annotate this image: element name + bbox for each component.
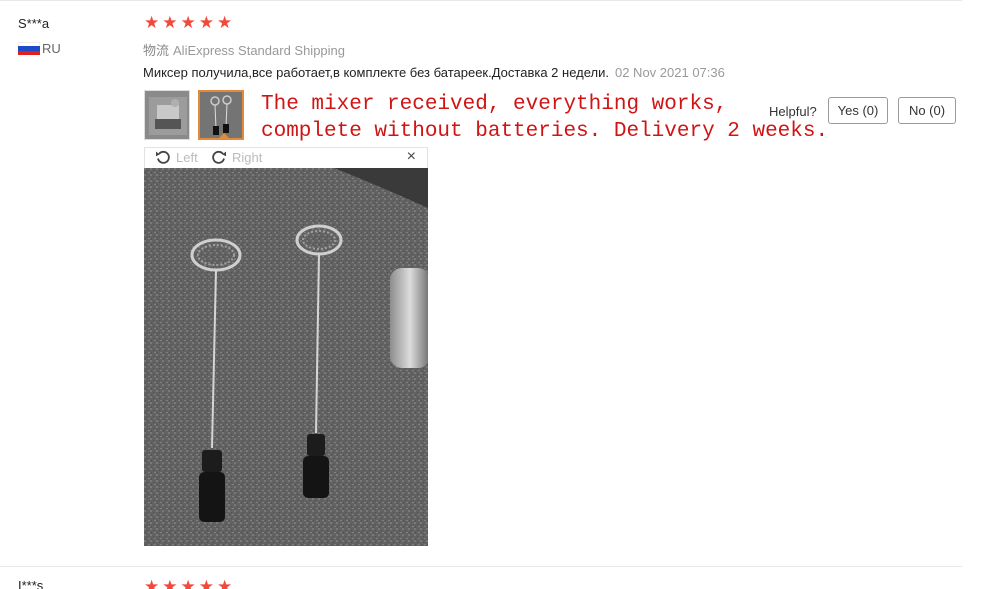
selected-thumb-caret — [218, 133, 230, 138]
helpful-no-button[interactable]: No (0) — [898, 97, 956, 124]
helpful-label: Helpful? — [769, 104, 817, 119]
review-text-row: Миксер получила,все работает,в комплекте… — [143, 65, 725, 80]
russia-flag-icon — [18, 41, 40, 56]
star-icon: ★ — [162, 577, 178, 589]
bottom-divider — [0, 566, 962, 567]
translation-annotation: The mixer received, everything works, co… — [261, 91, 828, 145]
milk-frother-whisks-photo — [144, 168, 428, 546]
review-photo-large — [144, 168, 428, 546]
star-icon: ★ — [180, 13, 196, 32]
rotate-right-icon — [212, 150, 226, 164]
close-viewer-button[interactable]: × — [407, 148, 416, 166]
helpful-yes-button[interactable]: Yes (0) — [828, 97, 888, 124]
star-icon: ★ — [217, 13, 233, 32]
rotate-left-icon — [156, 150, 170, 164]
rotate-left-label: Left — [176, 149, 198, 165]
review-photo-thumbnail-2[interactable] — [198, 90, 244, 140]
thumbnail-image-2 — [200, 92, 242, 138]
star-icon: ★ — [217, 577, 233, 589]
star-icon: ★ — [162, 13, 178, 32]
next-reviewer-name: I***s — [18, 578, 44, 589]
image-viewer-toolbar: Left Right × — [144, 147, 428, 168]
shipping-prefix: 物流 — [143, 43, 170, 58]
review-date: 02 Nov 2021 07:36 — [614, 65, 725, 80]
review-photo-thumbnail-1[interactable] — [144, 90, 190, 140]
top-divider — [0, 0, 962, 1]
star-icon: ★ — [144, 577, 160, 589]
star-icon: ★ — [180, 577, 196, 589]
country-code: RU — [42, 41, 61, 56]
star-icon: ★ — [144, 13, 160, 32]
reviewer-country: RU — [18, 41, 61, 56]
star-icon: ★ — [198, 13, 214, 32]
next-rating-stars: ★ ★ ★ ★ ★ — [144, 578, 232, 589]
translation-line-2: complete without batteries. Delivery 2 w… — [261, 120, 829, 143]
shipping-info: 物流 AliExpress Standard Shipping — [143, 40, 345, 59]
rating-stars: ★ ★ ★ ★ ★ — [144, 14, 232, 31]
rotate-right-button[interactable]: Right — [211, 149, 262, 165]
shipping-method: AliExpress Standard Shipping — [173, 43, 346, 58]
thumbnail-image-1 — [145, 91, 189, 139]
translation-line-1: The mixer received, everything works, — [261, 93, 728, 116]
rotate-right-label: Right — [232, 149, 263, 165]
review-page: S***a RU ★ ★ ★ ★ ★ 物流 AliExpress Standard… — [0, 0, 993, 589]
review-text: Миксер получила,все работает,в комплекте… — [143, 65, 609, 80]
reviewer-name: S***a — [18, 16, 50, 31]
star-icon: ★ — [198, 577, 214, 589]
rotate-left-button[interactable]: Left — [155, 149, 198, 165]
